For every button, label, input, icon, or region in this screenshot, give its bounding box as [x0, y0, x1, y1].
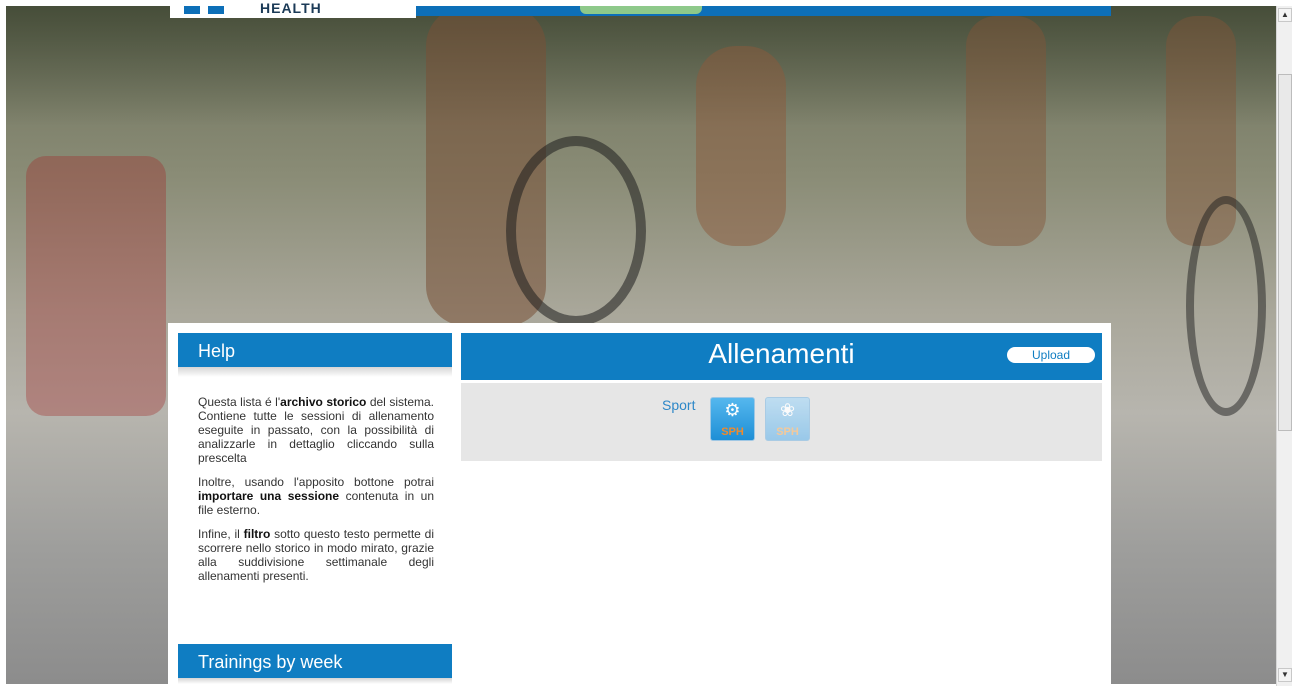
- vertical-scrollbar[interactable]: ▲ ▼: [1276, 6, 1292, 686]
- sport-label: Sport: [662, 397, 696, 413]
- sport-badge: SPH: [776, 426, 799, 438]
- logo-mark-icon: [184, 6, 224, 14]
- sport-badge: SPH: [721, 426, 744, 438]
- scroll-up-arrow-icon[interactable]: ▲: [1278, 8, 1292, 22]
- trainings-by-week-title[interactable]: Trainings by week: [178, 644, 452, 678]
- running-icon: ❀: [779, 400, 796, 420]
- upload-button[interactable]: Upload: [1007, 347, 1095, 363]
- week-title-shadow: [178, 678, 452, 684]
- site-logo[interactable]: HEALTH: [170, 0, 416, 18]
- sport-filter-area: Sport ⚙ SPH ❀ SPH: [461, 383, 1102, 461]
- header-nav-bar: [416, 6, 1111, 16]
- content-panel: Help Questa lista é l'archivo storico de…: [168, 323, 1111, 684]
- help-paragraph-3: Infine, il filtro sotto questo testo per…: [198, 527, 434, 583]
- cycling-icon: ⚙: [724, 400, 741, 420]
- scrollbar-thumb[interactable]: [1278, 74, 1292, 431]
- help-title: Help: [178, 333, 452, 367]
- sport-cycling-button[interactable]: ⚙ SPH: [710, 397, 755, 441]
- logo-text: HEALTH: [260, 0, 322, 16]
- header-active-tab[interactable]: [580, 6, 702, 14]
- help-paragraph-2: Inoltre, usando l'apposito bottone potra…: [198, 475, 435, 517]
- page-title: Allenamenti: [461, 333, 1102, 380]
- sport-running-button[interactable]: ❀ SPH: [765, 397, 810, 441]
- help-paragraph-1: Questa lista é l'archivo storico del sis…: [198, 395, 434, 465]
- help-title-shadow: [178, 367, 452, 377]
- help-text: Questa lista é l'archivo storico del sis…: [198, 395, 434, 593]
- scroll-down-arrow-icon[interactable]: ▼: [1278, 668, 1292, 682]
